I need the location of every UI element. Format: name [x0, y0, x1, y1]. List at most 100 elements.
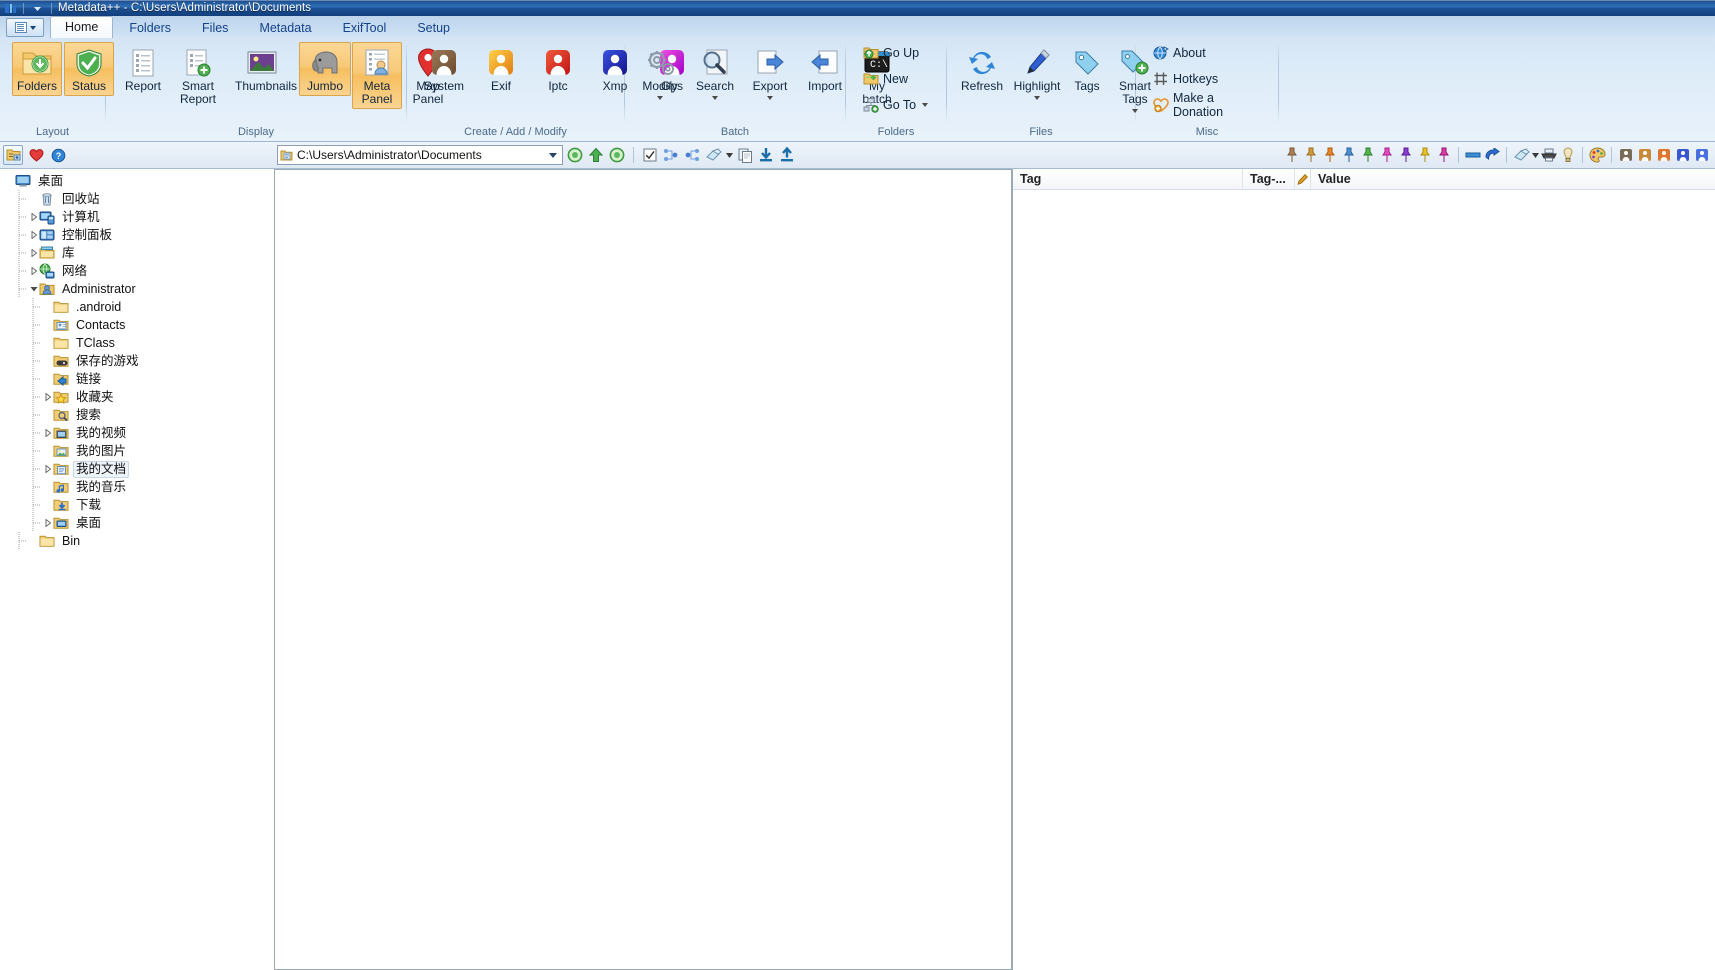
tree-item[interactable]: Bin	[0, 532, 273, 550]
button-system[interactable]: System	[417, 42, 471, 96]
swatch-icon-2[interactable]	[1636, 146, 1654, 164]
tree-item[interactable]: 下载	[0, 496, 273, 514]
button-highlight[interactable]: Highlight	[1010, 42, 1064, 103]
tree-item[interactable]: .android	[0, 298, 273, 316]
chevron-down-icon[interactable]	[712, 96, 718, 100]
tree-item[interactable]: 网络	[0, 262, 273, 280]
pin-icon-3[interactable]	[1321, 146, 1339, 164]
metadata-rows[interactable]	[1013, 190, 1715, 970]
button-thumbnails[interactable]: Thumbnails	[226, 42, 298, 96]
swatch-icon-1[interactable]	[1617, 146, 1635, 164]
column-header-edit[interactable]	[1295, 169, 1311, 189]
tree-item[interactable]: 库	[0, 244, 273, 262]
button-smart-report[interactable]: Smart Report	[171, 42, 225, 109]
button-hotkeys[interactable]: Hotkeys	[1148, 67, 1223, 91]
swap-arrow-icon[interactable]	[1483, 146, 1501, 164]
eraser-tool-icon[interactable]	[1512, 146, 1530, 164]
palette-icon[interactable]	[1588, 146, 1606, 164]
tree-item[interactable]: 我的文档	[0, 460, 273, 478]
button-modify[interactable]: Modify	[633, 42, 687, 103]
tree-item[interactable]: 桌面	[0, 172, 273, 190]
add-folder-tree-icon[interactable]	[3, 145, 23, 165]
tree-expand-icon[interactable]	[662, 146, 680, 164]
button-import[interactable]: Import	[798, 42, 852, 96]
column-header-tag-type[interactable]: Tag-...	[1243, 169, 1295, 189]
tree-item[interactable]: 我的视频	[0, 424, 273, 442]
tab-files[interactable]: Files	[187, 17, 243, 38]
tree-item[interactable]: 回收站	[0, 190, 273, 208]
button-refresh[interactable]: Refresh	[955, 42, 1009, 96]
chevron-right-icon[interactable]	[28, 226, 39, 244]
tree-item[interactable]: 控制面板	[0, 226, 273, 244]
chevron-right-icon[interactable]	[28, 262, 39, 280]
button-folders[interactable]: Folders	[12, 42, 62, 96]
tab-home[interactable]: Home	[50, 16, 114, 38]
chevron-down-icon[interactable]	[657, 96, 663, 100]
tree-item[interactable]: Contacts	[0, 316, 273, 334]
help-question-icon[interactable]: ?	[49, 146, 67, 164]
go-up-icon[interactable]	[587, 146, 605, 164]
chevron-down-icon[interactable]	[725, 152, 733, 158]
chevron-right-icon[interactable]	[42, 424, 53, 442]
button-new-folder[interactable]: New	[858, 67, 913, 91]
button-export[interactable]: Export	[743, 42, 797, 103]
pin-icon-8[interactable]	[1416, 146, 1434, 164]
swatch-icon-4[interactable]	[1674, 146, 1692, 164]
chevron-right-icon[interactable]	[42, 460, 53, 478]
printer-icon[interactable]	[1540, 146, 1558, 164]
check-select-icon[interactable]	[641, 146, 659, 164]
tree-item[interactable]: 计算机	[0, 208, 273, 226]
chevron-down-icon[interactable]	[1531, 152, 1539, 158]
minus-blue-icon[interactable]	[1464, 146, 1482, 164]
tree-item[interactable]: 保存的游戏	[0, 352, 273, 370]
button-exif[interactable]: Exif	[474, 42, 528, 96]
button-tags[interactable]: Tags	[1065, 42, 1109, 96]
tree-item[interactable]: 链接	[0, 370, 273, 388]
tree-item[interactable]: 搜索	[0, 406, 273, 424]
button-report[interactable]: Report	[116, 42, 170, 96]
button-make-a-donation[interactable]: Make a Donation	[1148, 91, 1272, 119]
pin-icon-2[interactable]	[1302, 146, 1320, 164]
eraser-icon[interactable]	[704, 146, 722, 164]
file-list-area[interactable]	[274, 169, 1012, 970]
application-menu-button[interactable]	[6, 18, 44, 37]
tab-folders[interactable]: Folders	[114, 17, 186, 38]
go-forward-icon[interactable]	[608, 146, 626, 164]
tab-setup[interactable]: Setup	[402, 17, 465, 38]
pin-icon-6[interactable]	[1378, 146, 1396, 164]
folder-tree[interactable]: 桌面 回收站 计算机 控制面板库网络 Administrator .android Cont…	[0, 169, 274, 970]
button-status[interactable]: Status	[64, 42, 114, 96]
swatch-icon-5[interactable]	[1693, 146, 1711, 164]
chevron-right-icon[interactable]	[42, 388, 53, 406]
tab-exiftool[interactable]: ExifTool	[328, 17, 402, 38]
favorites-heart-icon[interactable]	[27, 146, 45, 164]
chevron-down-icon[interactable]	[549, 152, 557, 158]
tab-metadata[interactable]: Metadata	[244, 17, 326, 38]
button-meta-panel[interactable]: Meta Panel	[352, 42, 402, 109]
chevron-right-icon[interactable]	[28, 208, 39, 226]
download-icon[interactable]	[757, 146, 775, 164]
tree-item[interactable]: TClass	[0, 334, 273, 352]
button-go-to[interactable]: Go To	[858, 93, 933, 117]
metadata-app-icon[interactable]	[4, 2, 17, 15]
tree-collapse-icon[interactable]	[683, 146, 701, 164]
chevron-down-icon[interactable]	[767, 96, 773, 100]
tree-item[interactable]: 收藏夹	[0, 388, 273, 406]
copy-icon[interactable]	[736, 146, 754, 164]
button-about[interactable]: About	[1148, 41, 1211, 65]
tree-item[interactable]: 我的音乐	[0, 478, 273, 496]
chevron-down-icon[interactable]	[922, 103, 929, 107]
column-header-value[interactable]: Value	[1311, 169, 1711, 189]
address-input[interactable]: C:\Users\Administrator\Documents	[277, 145, 563, 165]
button-go-up[interactable]: Go Up	[858, 41, 924, 65]
swatch-icon-3[interactable]	[1655, 146, 1673, 164]
pin-icon-1[interactable]	[1283, 146, 1301, 164]
quick-access-chevron-down-icon[interactable]	[30, 4, 45, 13]
bulb-icon[interactable]	[1559, 146, 1577, 164]
tree-item[interactable]: 我的图片	[0, 442, 273, 460]
chevron-down-icon[interactable]	[1034, 96, 1040, 100]
tree-item[interactable]: 桌面	[0, 514, 273, 532]
upload-icon[interactable]	[778, 146, 796, 164]
pin-icon-9[interactable]	[1435, 146, 1453, 164]
tree-item[interactable]: Administrator	[0, 280, 273, 298]
